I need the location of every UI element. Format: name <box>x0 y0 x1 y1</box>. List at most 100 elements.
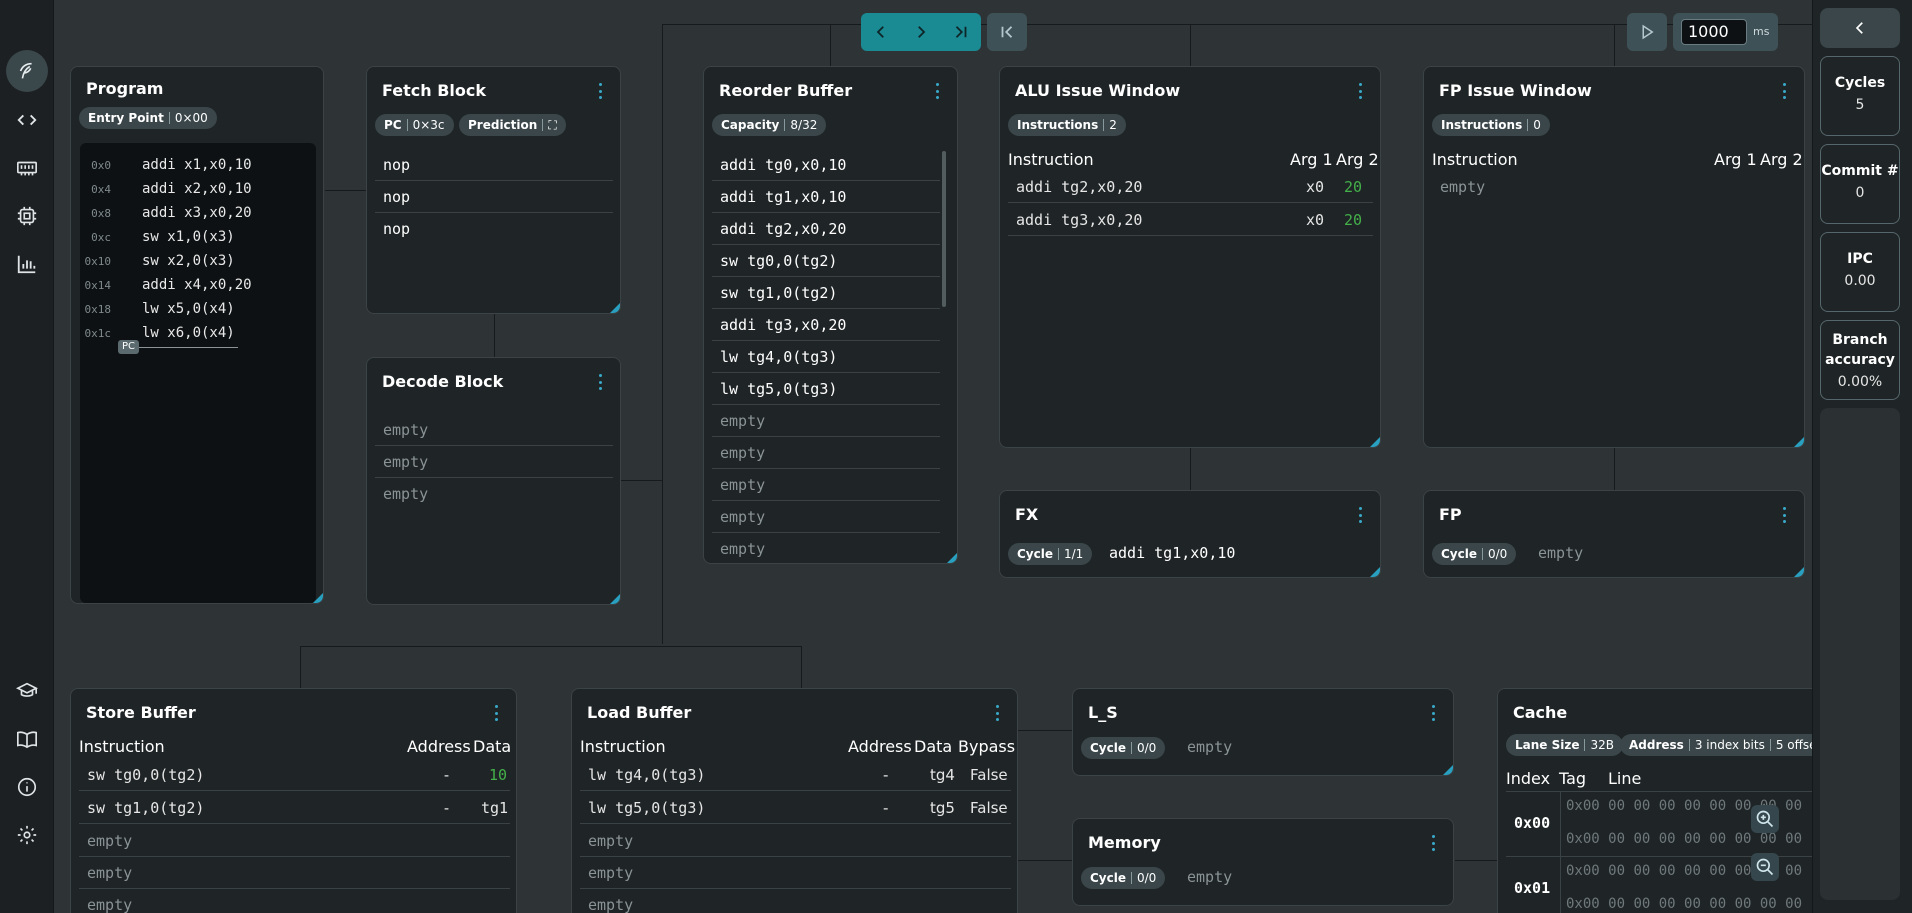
instructions-badge: Instructions 2 <box>1008 114 1126 136</box>
list-item: empty <box>79 825 510 857</box>
code-line[interactable]: 0x1c lw x6,0(x4) <box>80 323 316 347</box>
more-icon[interactable] <box>1782 83 1786 99</box>
resize-handle[interactable] <box>610 303 620 313</box>
list-item: nop <box>383 220 411 238</box>
list-item: lw tg5,0(tg3) <box>712 373 940 405</box>
col-instruction: Instruction <box>1432 150 1518 169</box>
table-row: addi tg2,x0,20 x0 20 <box>1008 171 1373 203</box>
fetch-rows: nop nop nop <box>375 149 613 245</box>
cache-line: 0x00 00 00 00 00 00 00 00 00 <box>1566 831 1803 847</box>
resize-handle[interactable] <box>610 594 620 604</box>
store-buffer-panel: Store Buffer Instruction Address Data sw… <box>70 688 517 913</box>
resize-handle[interactable] <box>1794 567 1804 577</box>
resize-handle[interactable] <box>947 553 957 563</box>
more-icon[interactable] <box>995 705 999 721</box>
bus-line <box>494 314 495 358</box>
list-item: addi tg2,x0,20 <box>712 213 940 245</box>
col-index: Index <box>1506 769 1551 788</box>
more-icon[interactable] <box>1782 507 1786 523</box>
code-line[interactable]: 0x18 lw x5,0(x4) <box>80 299 316 323</box>
address-badge: Address 3 index bits 5 offset <box>1620 734 1826 756</box>
book-icon[interactable] <box>6 718 48 760</box>
col-arg2: Arg 2 <box>1336 150 1379 169</box>
empty-row: empty <box>1440 178 1486 196</box>
graduation-cap-icon[interactable] <box>6 670 48 712</box>
chip-icon[interactable] <box>6 195 48 237</box>
panel-title: Decode Block <box>382 372 504 391</box>
resize-handle[interactable] <box>1794 437 1804 447</box>
code-line[interactable]: 0x10 sw x2,0(x3) <box>80 251 316 275</box>
gear-icon[interactable] <box>6 814 48 856</box>
list-item: empty <box>712 501 940 533</box>
unit-content: empty <box>1187 868 1233 886</box>
code-icon[interactable] <box>6 99 48 141</box>
capacity-badge: Capacity 8/32 <box>712 114 827 136</box>
bus-line <box>300 646 301 688</box>
decode-rows: empty empty empty <box>375 414 613 510</box>
bus-line <box>662 24 663 644</box>
unit-content: addi tg1,x0,10 <box>1109 544 1236 562</box>
col-data: Data <box>473 737 512 756</box>
store-empty-rows: empty empty empty <box>79 825 510 913</box>
stat-cycles: Cycles 5 <box>1820 56 1900 136</box>
list-item: sw tg1,0(tg2) <box>712 277 940 309</box>
col-address: Address <box>407 737 471 756</box>
memory-panel: Memory Cycle 0/0 empty <box>1072 818 1454 906</box>
step-forward-button[interactable] <box>901 14 941 50</box>
resize-handle[interactable] <box>1443 765 1453 775</box>
speed-input[interactable]: 1000 <box>1681 19 1747 45</box>
more-icon[interactable] <box>598 374 602 390</box>
prediction-badge[interactable]: Prediction ⛶ <box>459 114 566 136</box>
skip-end-button[interactable] <box>941 14 981 50</box>
step-controls <box>861 13 981 51</box>
more-icon[interactable] <box>598 83 602 99</box>
more-icon[interactable] <box>935 83 939 99</box>
resize-handle[interactable] <box>313 593 323 603</box>
chart-icon[interactable] <box>6 243 48 285</box>
bus-line <box>325 190 367 191</box>
table-row: sw tg0,0(tg2) - 10 <box>79 759 510 791</box>
resize-handle[interactable] <box>1370 437 1380 447</box>
scrollbar[interactable] <box>942 151 946 307</box>
more-icon[interactable] <box>1431 835 1435 851</box>
list-item: empty <box>79 857 510 889</box>
cycle-badge: Cycle 0/0 <box>1081 737 1166 759</box>
bus-line <box>1190 448 1191 490</box>
left-rail <box>0 0 54 913</box>
more-icon[interactable] <box>1358 83 1362 99</box>
code-line[interactable]: 0x8 addi x3,x0,20 <box>80 203 316 227</box>
reset-button[interactable] <box>987 14 1027 50</box>
skip-start-icon <box>1001 26 1013 38</box>
list-item: nop <box>375 181 613 213</box>
zoom-out-icon <box>1756 858 1774 876</box>
code-line[interactable]: 0xc sw x1,0(x3) <box>80 227 316 251</box>
more-icon[interactable] <box>1358 507 1362 523</box>
zoom-out-button[interactable] <box>1751 853 1779 881</box>
more-icon[interactable] <box>494 705 498 721</box>
bus-line <box>1614 24 1615 66</box>
resize-handle[interactable] <box>1370 567 1380 577</box>
cache-panel: Cache Lane Size 32B Address 3 index bits 5 … <box>1497 688 1827 913</box>
col-instruction: Instruction <box>1008 150 1094 169</box>
code-line[interactable]: 0x4 addi x2,x0,10 <box>80 179 316 203</box>
code-line[interactable]: 0x0 addi x1,x0,10 <box>80 155 316 179</box>
list-item: addi tg0,x0,10 <box>712 149 940 181</box>
more-icon[interactable] <box>1431 705 1435 721</box>
list-item: empty <box>712 437 940 469</box>
collapse-sidebar-button[interactable] <box>1820 8 1900 48</box>
speed-unit: ms <box>1753 25 1770 38</box>
step-back-button[interactable] <box>861 14 901 50</box>
list-item: empty <box>375 414 613 446</box>
load-empty-rows: empty empty empty <box>580 825 1011 913</box>
play-button[interactable] <box>1627 14 1667 50</box>
list-item: empty <box>580 825 1011 857</box>
logo-icon[interactable] <box>6 50 48 92</box>
bus-line <box>620 480 662 481</box>
panel-title: Load Buffer <box>587 703 692 722</box>
list-item: empty <box>375 446 613 478</box>
info-icon[interactable] <box>6 766 48 808</box>
memory-icon[interactable] <box>6 147 48 189</box>
speed-control: 1000 ms <box>1673 13 1778 51</box>
code-line[interactable]: 0x14 addi x4,x0,20 <box>80 275 316 299</box>
zoom-in-button[interactable] <box>1751 805 1779 833</box>
